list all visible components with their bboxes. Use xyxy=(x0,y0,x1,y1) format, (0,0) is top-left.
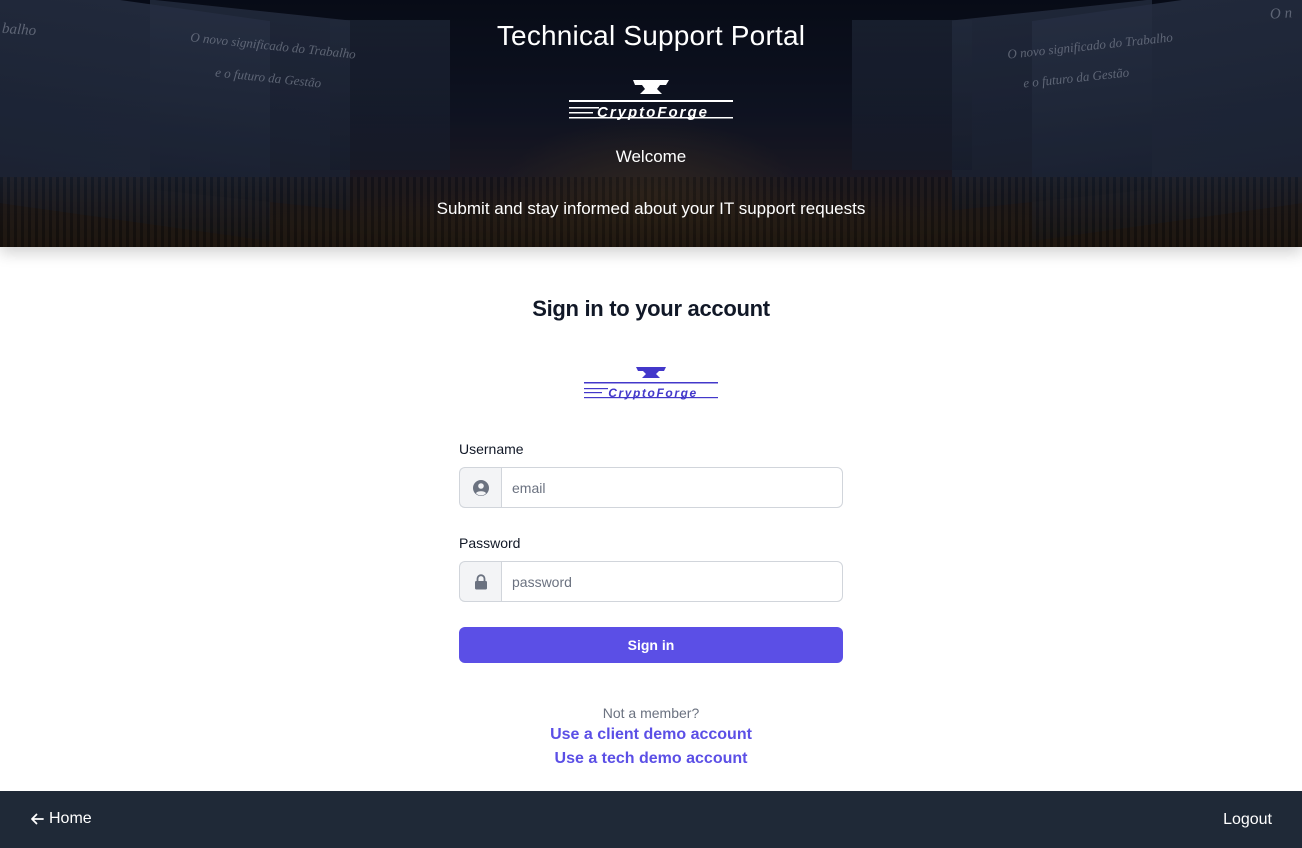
username-label: Username xyxy=(459,441,524,457)
password-input-group xyxy=(459,561,843,602)
cryptoforge-logo-white: CryptoForge xyxy=(569,78,733,121)
username-input[interactable] xyxy=(501,467,843,508)
cryptoforge-logo: CryptoForge xyxy=(584,366,718,400)
tech-demo-link[interactable]: Use a tech demo account xyxy=(555,750,748,767)
logo-wordmark: CryptoForge xyxy=(597,104,709,120)
portal-title: Technical Support Portal xyxy=(496,20,806,51)
logout-link[interactable]: Logout xyxy=(1223,811,1272,829)
signin-heading: Sign in to your account xyxy=(532,296,770,321)
portal-subtitle: Submit and stay informed about your IT s… xyxy=(436,199,866,218)
user-circle-icon xyxy=(472,479,489,496)
password-addon xyxy=(459,561,501,602)
lock-icon xyxy=(474,573,487,589)
hero-banner: balho O novo significado do Trabalho e o… xyxy=(0,0,1302,247)
password-input[interactable] xyxy=(501,561,843,602)
not-member-text: Not a member? xyxy=(602,705,700,721)
footer-bar: Home Logout xyxy=(0,791,1302,848)
username-input-group xyxy=(459,467,843,508)
username-addon xyxy=(459,467,501,508)
home-label: Home xyxy=(49,810,92,827)
arrow-left-icon xyxy=(31,813,44,825)
logo-wordmark: CryptoForge xyxy=(608,386,698,400)
home-link[interactable]: Home xyxy=(30,810,92,828)
signin-button[interactable]: Sign in xyxy=(459,627,843,663)
anvil-icon: CryptoForge xyxy=(584,367,718,400)
anvil-icon: CryptoForge xyxy=(569,80,733,121)
welcome-text: Welcome xyxy=(615,147,687,166)
client-demo-link[interactable]: Use a client demo account xyxy=(550,726,752,743)
password-label: Password xyxy=(459,535,521,551)
